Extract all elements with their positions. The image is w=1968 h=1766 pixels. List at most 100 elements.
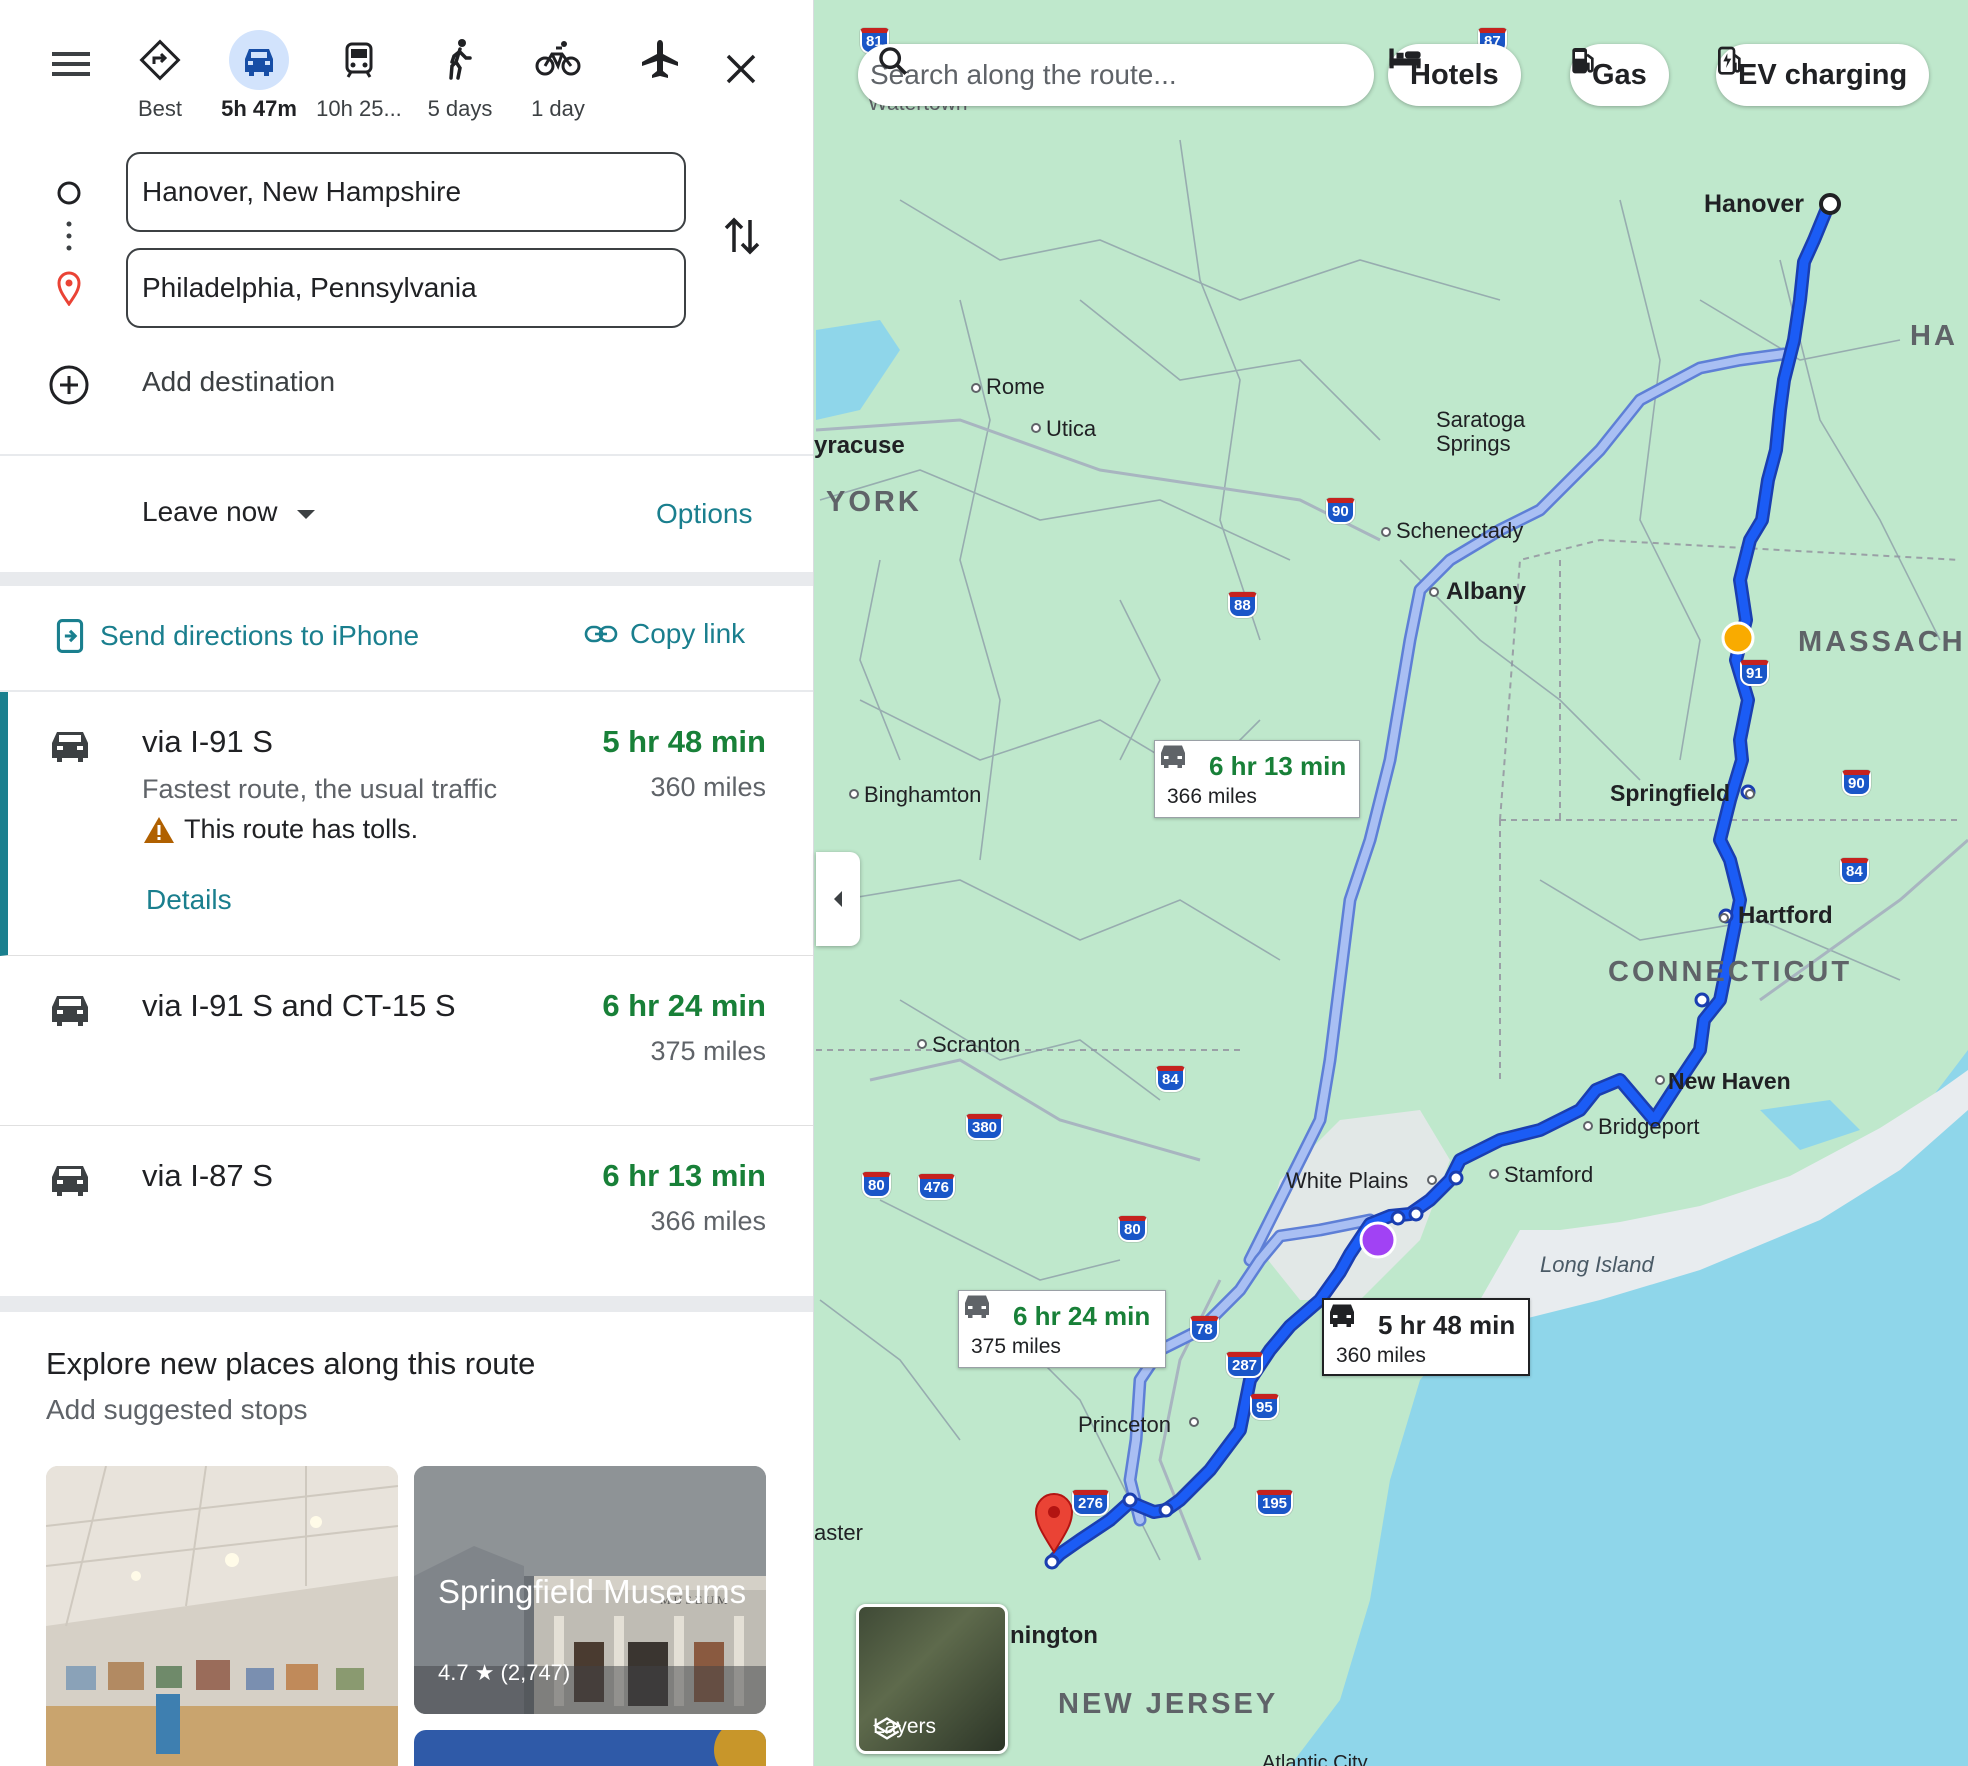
car-icon	[52, 732, 88, 762]
car-icon	[52, 1166, 88, 1196]
search-input[interactable]: Search along the route...	[870, 59, 1177, 91]
mode-label: 5h 47m	[221, 96, 297, 121]
send-to-iphone-label: Send directions to iPhone	[100, 620, 420, 651]
map-label-scranton: Scranton	[932, 1032, 1021, 1057]
map-label-york: YORK	[826, 486, 922, 518]
search-along-route[interactable]: Search along the route...	[858, 44, 1374, 106]
chevron-left-icon	[834, 891, 842, 907]
route-details-link[interactable]: Details	[146, 884, 232, 916]
route-description: Fastest route, the usual traffic	[142, 774, 498, 804]
chip-hotels[interactable]: Hotels	[1388, 44, 1521, 106]
hamburger-menu-icon	[52, 52, 90, 76]
swap-icon[interactable]	[720, 212, 764, 260]
origin-field[interactable]: Hanover, New Hampshire	[126, 152, 686, 232]
mode-best[interactable]: Best	[110, 30, 210, 125]
chip-ev-charging[interactable]: EV charging	[1716, 44, 1930, 106]
interstate-shield: 88	[1228, 592, 1257, 618]
tooltip-distance: 360 miles	[1336, 1344, 1426, 1367]
send-to-iphone-button[interactable]: Send directions to iPhone	[54, 618, 419, 654]
car-icon	[52, 996, 88, 1026]
car-icon	[1330, 1304, 1354, 1327]
map-label-new-jersey: NEW JERSEY	[1058, 1688, 1279, 1720]
map-label-rome: Rome	[986, 374, 1045, 399]
interstate-shield: 90	[1842, 770, 1871, 796]
car-icon	[965, 1295, 989, 1318]
interstate-shield: 90	[1326, 498, 1355, 524]
gallery-photo	[46, 1466, 398, 1766]
destination-pin-icon	[57, 271, 81, 306]
tolls-label: This route has tolls.	[184, 814, 419, 844]
origin-circle-icon	[57, 181, 81, 205]
suggested-stop-card[interactable]	[414, 1730, 766, 1766]
search-icon	[879, 47, 908, 76]
leave-now-label: Leave now	[142, 496, 278, 527]
best-route-icon	[139, 39, 181, 81]
section-divider	[0, 1296, 813, 1312]
map-label-aster: aster	[814, 1520, 863, 1545]
options-button[interactable]: Options	[656, 498, 753, 530]
route-via: via I-87 S	[142, 1158, 273, 1193]
card-rating: 4.7 ★ (2,747)	[438, 1660, 571, 1685]
route-time: 6 hr 13 min	[602, 1158, 766, 1193]
destination-field[interactable]: Philadelphia, Pennsylvania	[126, 248, 686, 328]
suggested-stop-card[interactable]	[46, 1466, 398, 1766]
copy-link-label: Copy link	[630, 618, 746, 649]
mode-walking[interactable]: 5 days	[410, 30, 510, 125]
leave-now-dropdown[interactable]: Leave now	[142, 496, 319, 528]
map-label-white-plains: White Plains	[1286, 1168, 1409, 1193]
chip-gas[interactable]: Gas	[1570, 44, 1669, 106]
interstate-shield: 80	[862, 1172, 891, 1198]
mode-label: 1 day	[531, 96, 585, 121]
tooltip-distance: 375 miles	[971, 1335, 1061, 1358]
map-label-schenectady: Schenectady	[1396, 518, 1524, 543]
route-time: 6 hr 24 min	[602, 988, 766, 1023]
interstate-shield: 95	[1250, 1394, 1279, 1420]
route-tolls-warning: This route has tolls.	[142, 814, 418, 845]
car-icon	[245, 49, 273, 76]
interstate-shield: 84	[1156, 1066, 1185, 1092]
route-tooltip-i87[interactable]: 6 hr 13 min 366 miles	[1154, 740, 1360, 818]
close-directions-button[interactable]	[716, 44, 766, 94]
map-label-binghamton: Binghamton	[864, 782, 982, 807]
ev-charging-icon	[1718, 46, 1741, 75]
suggested-stop-card-springfield-museums[interactable]: MUSEUM Springfield Museums 4.7 ★ (2,747)	[414, 1466, 766, 1714]
route-option-i91[interactable]: via I-91 S 5 hr 48 min 360 miles Fastest…	[0, 692, 813, 956]
mode-cycling[interactable]: 1 day	[508, 30, 608, 125]
tooltip-time: 6 hr 13 min	[1209, 751, 1347, 781]
card-title: Springfield Museums	[438, 1573, 747, 1610]
route-distance: 360 miles	[650, 772, 766, 802]
add-destination-button[interactable]: Add destination	[142, 366, 335, 398]
map-label-springfield: Springfield	[1610, 780, 1731, 806]
mode-transit[interactable]: 10h 25...	[309, 30, 409, 125]
chip-label: Gas	[1592, 58, 1647, 91]
send-to-device-icon	[56, 619, 84, 653]
collapse-panel-button[interactable]	[816, 852, 860, 946]
caret-down-icon	[297, 509, 316, 519]
chip-label: EV charging	[1738, 58, 1908, 91]
mode-flight[interactable]	[610, 30, 710, 125]
interstate-shield: 287	[1226, 1352, 1264, 1378]
warning-icon	[144, 816, 174, 843]
mode-driving[interactable]: 5h 47m	[209, 30, 309, 125]
map-label-bridgeport: Bridgeport	[1598, 1114, 1700, 1139]
route-distance: 366 miles	[650, 1206, 766, 1236]
interstate-shield: 276	[1072, 1490, 1110, 1516]
menu-button[interactable]	[50, 48, 92, 80]
layers-button[interactable]: Layers	[856, 1604, 1008, 1754]
copy-link-button[interactable]: Copy link	[584, 618, 745, 650]
route-option-i87[interactable]: via I-87 S 6 hr 13 min 366 miles	[0, 1126, 813, 1296]
explore-title: Explore new places along this route	[46, 1346, 536, 1381]
car-icon	[1161, 745, 1185, 768]
map-label-utica: Utica	[1046, 416, 1097, 441]
close-icon	[726, 54, 756, 84]
route-tooltip-i91[interactable]: 5 hr 48 min 360 miles	[1322, 1298, 1530, 1376]
route-dots-icon	[66, 221, 72, 251]
route-tooltip-ct15[interactable]: 6 hr 24 min 375 miles	[958, 1290, 1166, 1368]
interstate-shield: 80	[1118, 1216, 1147, 1242]
divider	[0, 454, 813, 456]
add-circle-icon[interactable]	[48, 364, 90, 406]
interstate-shield: 380	[966, 1114, 1004, 1140]
gas-station-icon	[1572, 48, 1594, 74]
route-via: via I-91 S	[142, 724, 273, 759]
route-option-ct15[interactable]: via I-91 S and CT-15 S 6 hr 24 min 375 m…	[0, 956, 813, 1126]
